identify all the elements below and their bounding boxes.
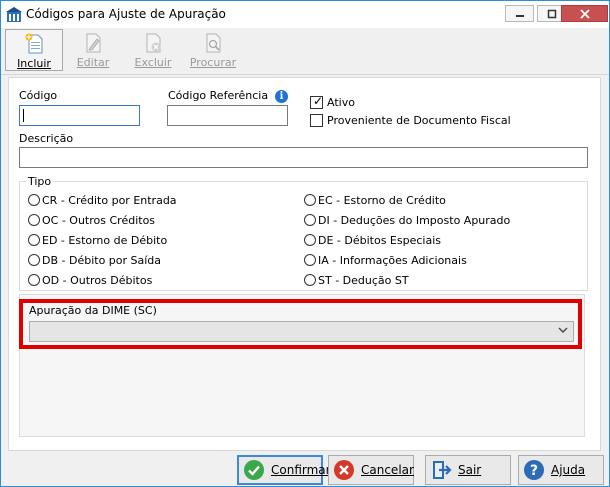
procurar-button[interactable]: Procurar (184, 29, 242, 71)
incluir-button[interactable]: Incluir (5, 29, 63, 71)
search-document-icon (206, 33, 221, 53)
radio-button[interactable] (304, 254, 316, 266)
close-icon (579, 8, 590, 19)
cancel-icon (334, 460, 354, 480)
window-title: Códigos para Ajuste de Apuração (26, 7, 226, 21)
help-icon: ? (524, 460, 544, 480)
app-icon (6, 7, 22, 22)
radio-label: IA - Informações Adicionais (318, 253, 467, 267)
descricao-input[interactable] (19, 147, 588, 168)
toolbar: Incluir Editar Excluir Procurar (1, 28, 609, 73)
radio-oc[interactable]: OC - Outros Créditos (28, 212, 155, 228)
svg-text:?: ? (530, 463, 538, 479)
incluir-label: Incluir (17, 57, 51, 70)
excluir-label: Excluir (134, 56, 172, 69)
radio-label: OC - Outros Créditos (42, 213, 156, 227)
sair-button[interactable]: Sair (425, 455, 511, 485)
radio-db[interactable]: DB - Débito por Saída (28, 252, 161, 268)
edit-document-icon (86, 33, 101, 53)
confirmar-label: Confirmar (271, 463, 331, 477)
radio-label: ED - Estorno de Débito (42, 233, 168, 247)
title-bar: Códigos para Ajuste de Apuração (1, 1, 609, 28)
cancelar-button[interactable]: Cancelar (328, 455, 414, 485)
add-document-icon (25, 33, 43, 54)
sair-label: Sair (458, 463, 482, 477)
cancelar-label: Cancelar (361, 463, 414, 477)
ajuda-button[interactable]: ? Ajuda (518, 455, 604, 485)
radio-label: CR - Crédito por Entrada (42, 193, 177, 207)
editar-button[interactable]: Editar (64, 29, 122, 71)
codigo-referencia-input[interactable] (167, 105, 288, 126)
delete-document-icon (146, 33, 161, 53)
radio-st[interactable]: ST - Dedução ST (304, 272, 409, 288)
chevron-down-icon (558, 327, 568, 333)
radio-button[interactable] (28, 214, 40, 226)
minimize-button[interactable] (505, 5, 534, 22)
proveniente-label: Proveniente de Documento Fiscal (327, 114, 511, 127)
codigo-referencia-label: Código Referência (168, 89, 269, 102)
radio-label: DB - Débito por Saída (42, 253, 162, 267)
radio-label: ST - Dedução ST (318, 273, 409, 287)
radio-button[interactable] (28, 254, 40, 266)
radio-ec[interactable]: EC - Estorno de Crédito (304, 192, 446, 208)
dime-highlight-box: Apuração da DIME (SC) (19, 299, 582, 349)
excluir-button[interactable]: Excluir (124, 29, 182, 71)
radio-od[interactable]: OD - Outros Débitos (28, 272, 152, 288)
radio-label: DE - Débitos Especiais (318, 233, 441, 247)
radio-label: EC - Estorno de Crédito (318, 193, 446, 207)
radio-button[interactable] (28, 274, 40, 286)
dime-select[interactable] (29, 321, 574, 342)
action-bar: Confirmar Cancelar Sair ? Ajuda (1, 453, 609, 486)
editar-label: Editar (76, 56, 110, 69)
radio-di[interactable]: DI - Deduções do Imposto Apurado (304, 212, 510, 228)
dime-legend: Apuração da DIME (SC) (29, 304, 157, 317)
info-icon[interactable]: i (275, 90, 288, 103)
radio-button[interactable] (304, 234, 316, 246)
codigo-input[interactable] (19, 105, 140, 126)
radio-ia[interactable]: IA - Informações Adicionais (304, 252, 467, 268)
descricao-label: Descrição (19, 132, 74, 145)
proveniente-checkbox[interactable] (310, 114, 323, 127)
exit-icon (433, 461, 452, 479)
ativo-label: Ativo (327, 96, 355, 109)
tipo-legend: Tipo (26, 175, 54, 188)
dialog-window: Códigos para Ajuste de Apuração Incluir (0, 0, 610, 487)
radio-label: OD - Outros Débitos (42, 273, 153, 287)
radio-cr[interactable]: CR - Crédito por Entrada (28, 192, 177, 208)
radio-button[interactable] (304, 214, 316, 226)
text-caret (23, 109, 24, 122)
radio-de[interactable]: DE - Débitos Especiais (304, 232, 441, 248)
minimize-icon (515, 14, 524, 17)
checkmark-icon: ✓ (313, 94, 324, 108)
ativo-checkbox[interactable]: ✓ (310, 94, 324, 109)
close-button[interactable] (561, 5, 608, 22)
radio-button[interactable] (304, 274, 316, 286)
procurar-label: Procurar (189, 56, 237, 69)
toolbar-separator (1, 74, 609, 75)
confirmar-button[interactable]: Confirmar (237, 455, 331, 485)
radio-ed[interactable]: ED - Estorno de Débito (28, 232, 167, 248)
radio-button[interactable] (304, 194, 316, 206)
radio-button[interactable] (28, 194, 40, 206)
codigo-label: Código (19, 89, 58, 102)
maximize-icon (547, 9, 556, 18)
check-circle-icon (244, 460, 264, 480)
radio-label: DI - Deduções do Imposto Apurado (318, 213, 511, 227)
ajuda-label: Ajuda (551, 463, 586, 477)
radio-button[interactable] (28, 234, 40, 246)
